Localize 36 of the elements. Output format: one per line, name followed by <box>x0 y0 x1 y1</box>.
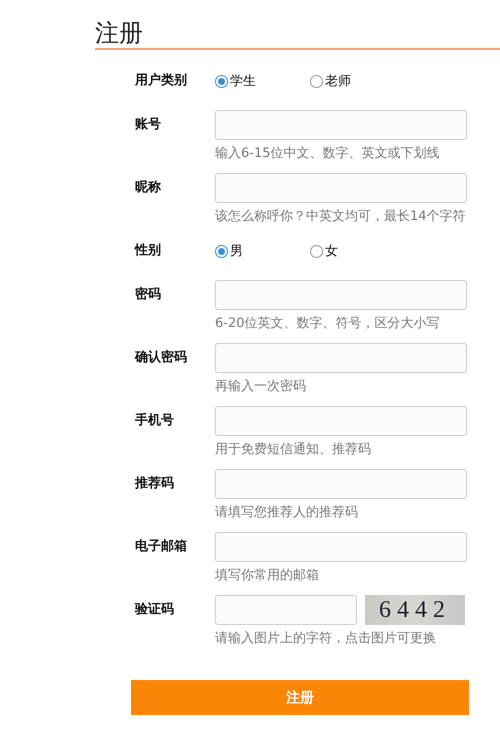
page-title: 注册 <box>95 18 500 50</box>
field-label: 性别 <box>135 242 162 260</box>
field-hint: 填写你常用的邮箱 <box>215 567 320 584</box>
field-label: 推荐码 <box>135 475 175 493</box>
captcha-image[interactable]: 6442 <box>365 595 465 625</box>
input-field[interactable] <box>215 532 467 562</box>
field-label: 账号 <box>135 116 162 134</box>
field-label: 密码 <box>135 286 162 304</box>
field-label: 验证码 <box>135 601 175 619</box>
input-field[interactable] <box>215 469 467 499</box>
field-label: 昵称 <box>135 179 162 197</box>
radio-option[interactable]: 男 <box>215 242 310 260</box>
input-field[interactable] <box>215 343 467 373</box>
field-hint: 6-20位英文、数字、符号，区分大小写 <box>215 315 441 332</box>
radio-icon[interactable] <box>310 74 323 88</box>
field-hint: 请输入图片上的字符，点击图片可更换 <box>215 630 437 647</box>
radio-option[interactable]: 老师 <box>310 72 405 90</box>
input-field[interactable] <box>215 406 467 436</box>
field-hint: 用于免费短信通知、推荐码 <box>215 441 372 458</box>
radio-option[interactable]: 学生 <box>215 72 310 90</box>
field-hint: 再输入一次密码 <box>215 378 307 395</box>
field-hint: 请填写您推荐人的推荐码 <box>215 504 359 521</box>
input-field[interactable] <box>215 110 467 140</box>
radio-icon[interactable] <box>215 74 228 88</box>
input-field[interactable] <box>215 173 467 203</box>
field-hint: 输入6-15位中文、数字、英文或下划线 <box>215 145 441 162</box>
radio-icon[interactable] <box>215 244 228 258</box>
field-label: 确认密码 <box>135 348 188 367</box>
field-label: 手机号 <box>135 412 175 430</box>
field-label: 电子邮箱 <box>135 538 188 556</box>
input-field[interactable] <box>215 595 357 625</box>
radio-option[interactable]: 女 <box>310 242 405 260</box>
radio-icon[interactable] <box>310 244 323 258</box>
field-hint: 该怎么称呼你？中英文均可，最长14个字符 <box>215 208 467 225</box>
field-label: 用户类别 <box>135 72 188 90</box>
input-field[interactable] <box>215 280 467 310</box>
